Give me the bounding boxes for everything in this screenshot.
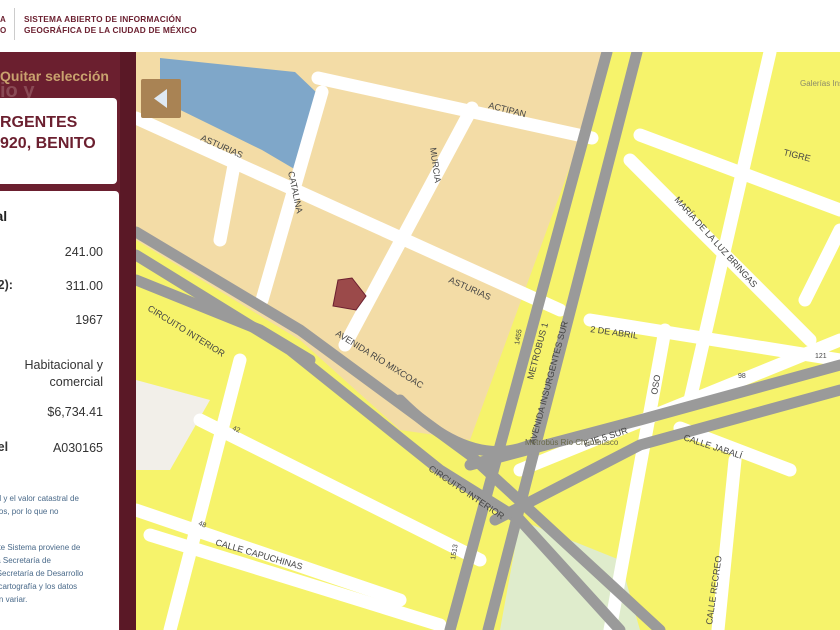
- clear-selection-button[interactable]: Quitar selección: [0, 68, 109, 84]
- station-label: Metrobús Río Churubusco: [525, 438, 619, 447]
- address-line: RGENTES: [0, 114, 78, 131]
- address-number: 121: [815, 353, 827, 360]
- site-title-line: GEOGRÁFICA DE LA CIUDAD DE MÉXICO: [24, 25, 197, 35]
- row-value: 311.00: [65, 279, 103, 293]
- map-canvas[interactable]: ASTURIAS ASTURIAS ACTIPAN CATALINA MURCI…: [136, 52, 840, 630]
- row-value: Habitacional y comercial: [24, 358, 103, 389]
- collapse-sidebar-button[interactable]: [141, 79, 181, 118]
- address-number: 98: [738, 373, 746, 380]
- note-line: ados, por lo que no: [0, 507, 59, 516]
- header-divider: [14, 8, 15, 40]
- row-label: del: [0, 440, 9, 454]
- note-line: este Sistema proviene de: [0, 543, 81, 552]
- address-line: 920, BENITO: [0, 135, 96, 152]
- row-value: $6,734.41: [47, 405, 103, 419]
- note-line: la cartografía y los datos: [0, 582, 78, 591]
- logo-text: O: [0, 26, 7, 35]
- site-title-line: SISTEMA ABIERTO DE INFORMACIÓN: [24, 14, 182, 24]
- disclaimer-note: tral y el valor catastral de ados, por l…: [0, 492, 100, 518]
- info-sidebar: io y Quitar selección RGENTES 920, BENIT…: [0, 52, 136, 630]
- note-line: a Secretaría de Desarrollo: [0, 569, 84, 578]
- row-value: 1967: [75, 313, 103, 327]
- note-line: : la Secretaría de: [0, 556, 51, 565]
- source-note: este Sistema proviene de : la Secretaría…: [0, 541, 100, 606]
- card-title: ral: [0, 208, 8, 224]
- row-label: n2):: [0, 278, 13, 292]
- logo-text: A: [0, 15, 6, 24]
- chevron-left-icon: [154, 89, 167, 108]
- header: A O SISTEMA ABIERTO DE INFORMACIÓN GEOGR…: [0, 0, 840, 52]
- site-title: SISTEMA ABIERTO DE INFORMACIÓN GEOGRÁFIC…: [24, 14, 197, 36]
- map-view[interactable]: ASTURIAS ASTURIAS ACTIPAN CATALINA MURCI…: [136, 52, 840, 630]
- address-card: RGENTES 920, BENITO: [0, 98, 117, 184]
- row-value: A030165: [52, 441, 103, 455]
- poi-label: Galerías Insurgentes: [800, 79, 840, 88]
- note-line: tral y el valor catastral de: [0, 494, 79, 503]
- row-value: 241.00: [64, 245, 103, 259]
- sidebar-scroll-track[interactable]: [120, 52, 136, 630]
- note-line: den variar.: [0, 595, 28, 604]
- cadastral-info-card: ral 241.00 n2):311.00 o1967 Habitacional…: [0, 191, 119, 630]
- government-logo: A O: [0, 14, 6, 36]
